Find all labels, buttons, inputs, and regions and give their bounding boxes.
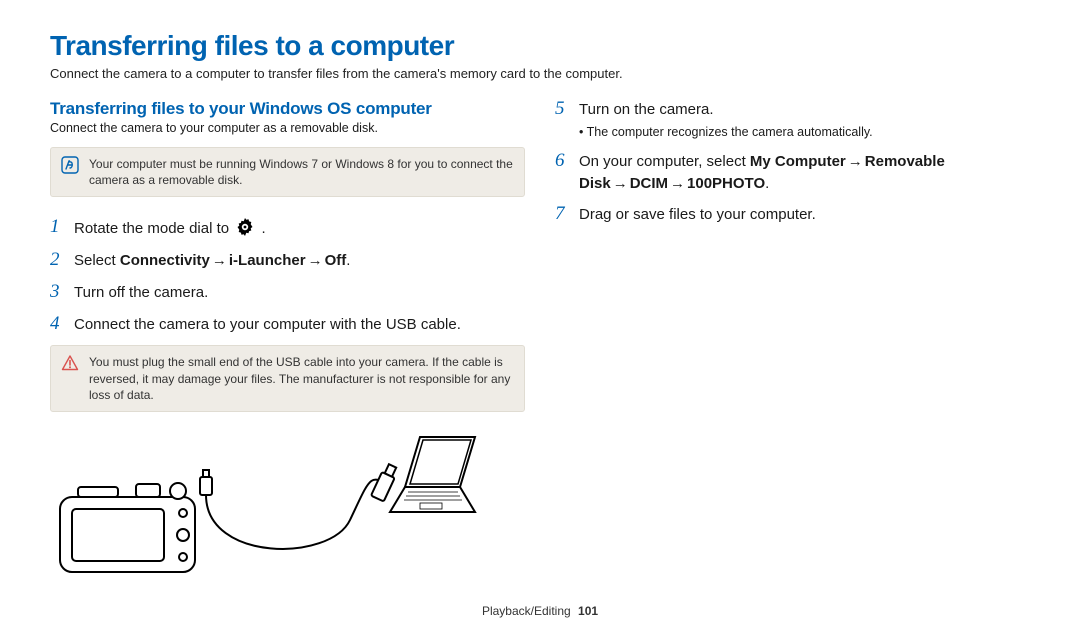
warning-note-text: You must plug the small end of the USB c… bbox=[89, 354, 514, 403]
step-1-text-after: . bbox=[261, 220, 265, 237]
step-1: Rotate the mode dial to . bbox=[50, 217, 525, 240]
step-5-text: Turn on the camera. bbox=[579, 99, 1030, 121]
left-column: Transferring files to your Windows OS co… bbox=[50, 99, 525, 582]
arrow-icon: → bbox=[670, 175, 685, 192]
step-2-off: Off bbox=[325, 252, 347, 269]
step-7: Drag or save files to your computer. bbox=[555, 204, 1030, 226]
arrow-icon: → bbox=[848, 153, 863, 170]
step-2: Select Connectivity→i-Launcher→Off. bbox=[50, 250, 525, 272]
warning-note: You must plug the small end of the USB c… bbox=[50, 345, 525, 412]
arrow-icon: → bbox=[613, 175, 628, 192]
steps-list-right: Turn on the camera. The computer recogni… bbox=[555, 99, 1030, 226]
step-3-text: Turn off the camera. bbox=[74, 282, 525, 304]
step-7-text: Drag or save files to your computer. bbox=[579, 204, 1030, 226]
arrow-icon: → bbox=[308, 252, 323, 269]
step-6-dcim: DCIM bbox=[630, 175, 668, 192]
step-6-100photo: 100PHOTO bbox=[687, 175, 765, 192]
steps-list-left: Rotate the mode dial to . Select Connect… bbox=[50, 217, 525, 335]
arrow-icon: → bbox=[212, 252, 227, 269]
section-intro: Connect the camera to your computer as a… bbox=[50, 121, 525, 135]
step-2-connectivity: Connectivity bbox=[120, 252, 210, 269]
two-column-layout: Transferring files to your Windows OS co… bbox=[50, 99, 1030, 582]
info-icon bbox=[61, 156, 79, 174]
right-column: Turn on the camera. The computer recogni… bbox=[555, 99, 1030, 582]
page-intro: Connect the camera to a computer to tran… bbox=[50, 66, 1030, 81]
step-6-mycomputer: My Computer bbox=[750, 153, 846, 170]
footer-page-number: 101 bbox=[578, 604, 598, 618]
gear-settings-icon bbox=[235, 217, 255, 237]
step-1-text-before: Rotate the mode dial to bbox=[74, 220, 229, 237]
info-note-text: Your computer must be running Windows 7 … bbox=[89, 156, 514, 188]
step-2-ilauncher: i-Launcher bbox=[229, 252, 306, 269]
step-3: Turn off the camera. bbox=[50, 282, 525, 304]
step-2-select: Select bbox=[74, 252, 120, 269]
usb-connection-diagram bbox=[50, 432, 525, 582]
step-2-period: . bbox=[346, 252, 350, 269]
page-title: Transferring files to a computer bbox=[50, 30, 1030, 62]
warning-icon bbox=[61, 354, 79, 372]
step-6: On your computer, select My Computer→Rem… bbox=[555, 151, 1030, 195]
page-footer: Playback/Editing 101 bbox=[0, 604, 1080, 618]
step-6-intro: On your computer, select bbox=[579, 153, 750, 170]
section-subheading: Transferring files to your Windows OS co… bbox=[50, 99, 525, 119]
info-note: Your computer must be running Windows 7 … bbox=[50, 147, 525, 197]
step-5-sub: The computer recognizes the camera autom… bbox=[579, 123, 1030, 141]
step-6-period: . bbox=[765, 175, 769, 192]
footer-section: Playback/Editing bbox=[482, 604, 571, 618]
step-5: Turn on the camera. The computer recogni… bbox=[555, 99, 1030, 141]
step-4: Connect the camera to your computer with… bbox=[50, 314, 525, 336]
step-4-text: Connect the camera to your computer with… bbox=[74, 314, 525, 336]
